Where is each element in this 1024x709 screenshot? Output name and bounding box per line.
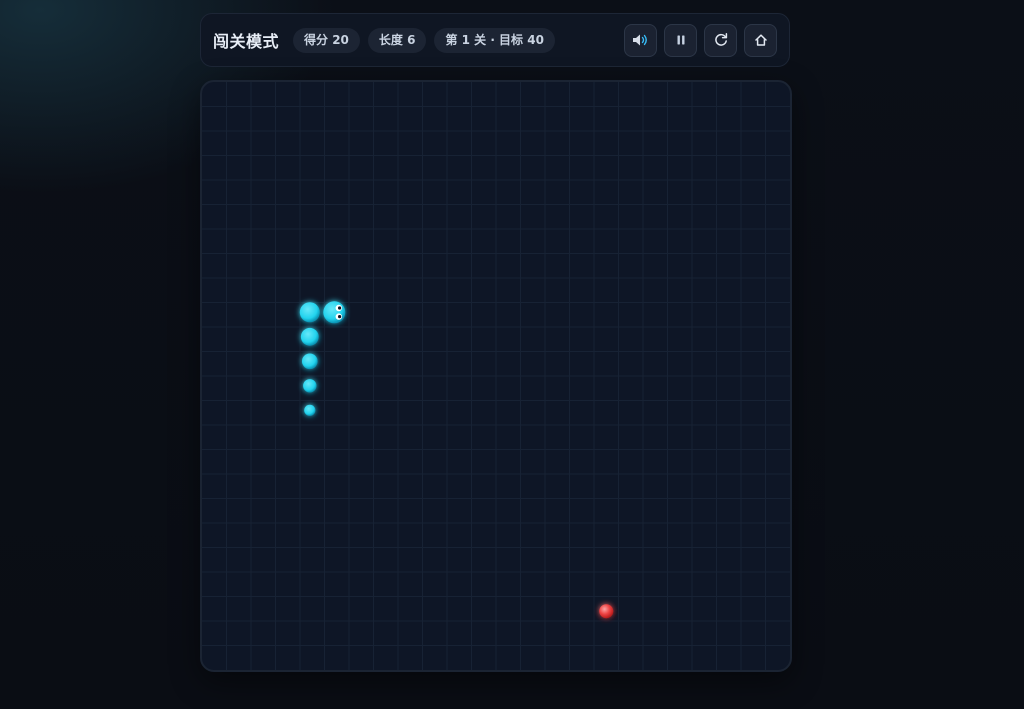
mode-title: 闯关模式 [213, 32, 280, 51]
speaker-icon [632, 33, 650, 47]
sound-button[interactable] [624, 23, 657, 57]
home-button[interactable] [744, 23, 777, 57]
snake-segment [299, 302, 320, 323]
game-board[interactable] [200, 80, 792, 672]
snake-pupil [338, 306, 342, 310]
top-bar: 闯关模式 得分 20 长度 6 第 1 关 · 目标 40 [200, 13, 790, 67]
restart-icon [713, 32, 729, 48]
food-layer [599, 604, 614, 619]
snake-head [323, 301, 346, 324]
snake-segment [302, 353, 318, 370]
game-canvas[interactable] [202, 82, 790, 670]
snake-pupil [338, 315, 342, 319]
pause-icon [675, 34, 687, 46]
snake [299, 301, 346, 416]
grid-lines [202, 82, 790, 670]
length-badge: 长度 6 [367, 27, 427, 53]
restart-button[interactable] [704, 23, 737, 57]
food-item [599, 604, 614, 619]
score-badge: 得分 20 [293, 27, 360, 53]
pause-button[interactable] [664, 23, 697, 57]
snake-segment [300, 327, 319, 346]
level-badge: 第 1 关 · 目标 40 [434, 27, 555, 53]
home-icon [754, 33, 768, 47]
snake-segment [304, 404, 316, 416]
snake-segment [303, 379, 317, 393]
